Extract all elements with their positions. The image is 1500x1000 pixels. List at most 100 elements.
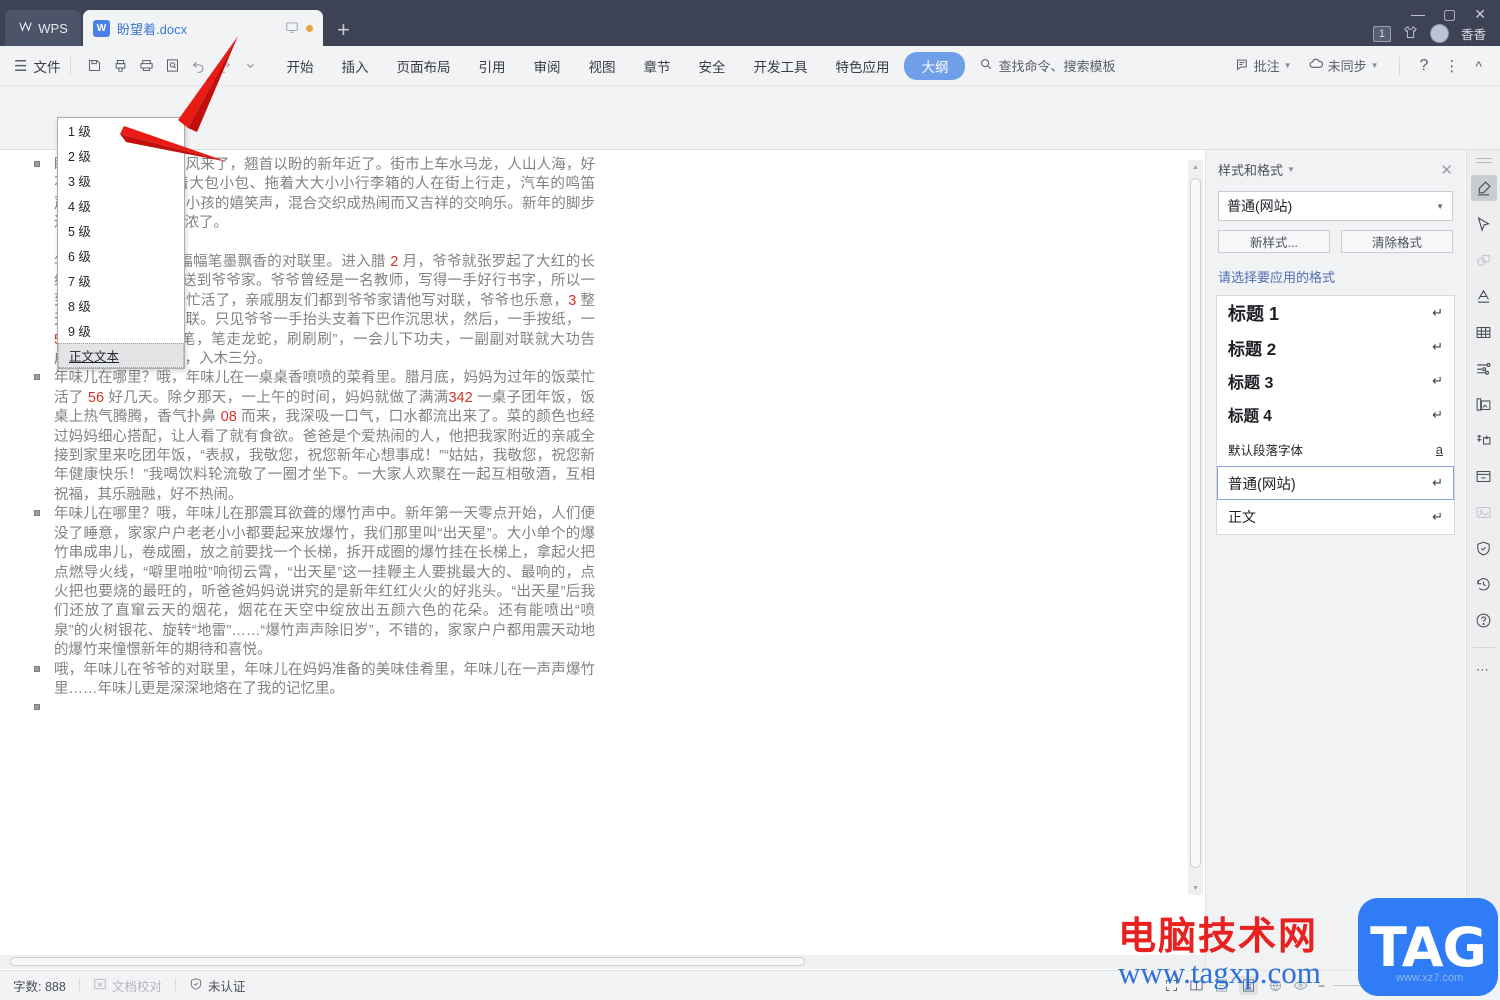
customize-icon[interactable] <box>237 53 263 79</box>
tab-start[interactable]: 开始 <box>273 52 326 80</box>
document-tab[interactable]: W 盼望着.docx <box>83 10 323 46</box>
outline-ribbon: 正文文本 ▼ 上移 下移 展开 <box>0 86 1500 231</box>
help-circle-icon[interactable] <box>1471 607 1497 633</box>
outline-bullet-icon <box>34 665 40 672</box>
tab-page-layout[interactable]: 页面布局 <box>383 52 463 80</box>
level-option-6[interactable]: 6 级 <box>58 243 184 268</box>
cast-icon[interactable] <box>285 20 299 37</box>
file-menu-button[interactable]: 文件 <box>33 56 60 76</box>
tab-view[interactable]: 视图 <box>575 52 628 80</box>
unverified-status[interactable]: 未认证 <box>176 976 259 995</box>
tab-section[interactable]: 章节 <box>630 52 683 80</box>
tab-security[interactable]: 安全 <box>685 52 738 80</box>
document-vertical-scrollbar[interactable]: ▲ ▼ <box>1188 160 1203 895</box>
style-item-normal-web[interactable]: 普通(网站) ↵ <box>1217 466 1454 500</box>
tab-references[interactable]: 引用 <box>465 52 518 80</box>
image-placeholder-icon[interactable] <box>1471 499 1497 525</box>
table-icon[interactable] <box>1471 319 1497 345</box>
paragraph[interactable] <box>0 699 1205 718</box>
style-item-heading1[interactable]: 标题 1 ↵ <box>1217 296 1454 330</box>
cursor-select-icon[interactable] <box>1471 211 1497 237</box>
style-item-body-text[interactable]: 正文 ↵ <box>1217 500 1454 534</box>
collapse-ribbon-icon[interactable]: ^ <box>1469 55 1488 77</box>
chevron-down-icon: ▼ <box>1436 201 1444 211</box>
window-controls: — ▢ ✕ <box>1411 6 1486 23</box>
level-option-body-text[interactable]: 正文文本 <box>58 343 184 368</box>
scroll-up-arrow-icon[interactable]: ▲ <box>1192 164 1199 171</box>
shield-check-icon[interactable] <box>1471 535 1497 561</box>
level-option-9[interactable]: 9 级 <box>58 318 184 343</box>
style-item-heading4[interactable]: 标题 4 ↵ <box>1217 398 1454 432</box>
command-search[interactable]: 查找命令、搜索模板 <box>979 56 1115 75</box>
paragraph[interactable]: 年味儿在哪里？哦，年味儿在一桌桌香喷喷的菜肴里。腊月底，妈妈为过年的饭菜忙活了 … <box>0 369 1205 505</box>
text-wrap-icon[interactable] <box>1471 427 1497 453</box>
style-item-heading3[interactable]: 标题 3 ↵ <box>1217 364 1454 398</box>
redo-icon[interactable] <box>211 53 237 79</box>
word-count[interactable]: 字数: 888 <box>0 976 79 995</box>
outline-level-dropdown[interactable]: 1 级 2 级 3 级 4 级 5 级 6 级 7 级 8 级 9 级 正文文本 <box>57 117 185 369</box>
print-preview-icon[interactable] <box>107 53 133 79</box>
undo-icon[interactable] <box>185 53 211 79</box>
highlighter-icon[interactable] <box>1470 175 1497 201</box>
scrollbar-thumb[interactable] <box>10 957 805 966</box>
right-tool-rail: ⋯ <box>1466 150 1500 970</box>
tab-review[interactable]: 审阅 <box>520 52 573 80</box>
level-option-2[interactable]: 2 级 <box>58 143 184 168</box>
avatar[interactable] <box>1429 24 1449 43</box>
hamburger-icon[interactable]: ☰ <box>14 57 27 75</box>
style-item-default-paragraph-font[interactable]: 默认段落字体 a <box>1217 432 1454 466</box>
tab-insert[interactable]: 插入 <box>328 52 381 80</box>
close-icon[interactable]: ✕ <box>1440 161 1453 179</box>
proofread-button[interactable]: 文档校对 <box>80 976 175 995</box>
current-style-select[interactable]: 普通(网站) ▼ <box>1218 191 1453 221</box>
tab-outline[interactable]: 大纲 <box>904 51 966 80</box>
scrollbar-thumb[interactable] <box>1190 178 1201 868</box>
outline-bullet-icon <box>34 374 40 381</box>
picture-frame-icon[interactable] <box>1471 391 1497 417</box>
level-option-3[interactable]: 3 级 <box>58 168 184 193</box>
close-window-button[interactable]: ✕ <box>1474 6 1486 23</box>
print-icon[interactable] <box>133 53 159 79</box>
paragraph-text: 年味儿在哪里？哦，年味儿在那震耳欲聋的爆竹声中。新年第一天零点开始，人们便没了睡… <box>54 506 595 659</box>
outline-bullet-icon <box>34 161 40 167</box>
style-label: 标题 2 <box>1228 339 1277 359</box>
sync-status-button[interactable]: 未同步 ▼ <box>1302 53 1385 78</box>
run: 好几天。除夕那天，一上午的时间，妈妈就做了满满 <box>104 389 449 406</box>
scroll-down-arrow-icon[interactable]: ▼ <box>1192 885 1199 892</box>
document-horizontal-scrollbar[interactable] <box>0 955 1205 969</box>
level-option-1[interactable]: 1 级 <box>58 118 184 143</box>
help-button[interactable]: ? <box>1414 54 1435 78</box>
rail-more-icon[interactable]: ⋯ <box>1476 662 1491 678</box>
tab-featured-apps[interactable]: 特色应用 <box>822 52 902 80</box>
level-option-7[interactable]: 7 级 <box>58 268 184 293</box>
tab-developer[interactable]: 开发工具 <box>740 52 820 80</box>
level-option-5[interactable]: 5 级 <box>58 218 184 243</box>
tab-count-badge[interactable]: 1 <box>1372 25 1391 42</box>
paragraph[interactable]: 年味儿在哪里？哦，年味儿在那震耳欲聋的爆竹声中。新年第一天零点开始，人们便没了睡… <box>0 505 1205 660</box>
title-bar: WPS W 盼望着.docx + — ▢ ✕ 1 香香 <box>0 0 1500 46</box>
settings-sliders-icon[interactable] <box>1471 355 1497 381</box>
more-options-icon[interactable]: ⋮ <box>1438 54 1465 78</box>
box-icon[interactable] <box>1471 463 1497 489</box>
run-number: 08 <box>220 409 237 426</box>
text-style-icon[interactable] <box>1471 283 1497 309</box>
paragraph[interactable]: 哦，年味儿在爷爷的对联里，年味儿在妈妈准备的美味佳肴里，年味儿在一声声爆竹里……… <box>0 661 1205 700</box>
history-icon[interactable] <box>1471 571 1497 597</box>
titlebar-user-area: 1 香香 <box>1372 24 1486 43</box>
clear-format-button[interactable]: 清除格式 <box>1341 230 1453 253</box>
minimize-button[interactable]: — <box>1411 6 1425 23</box>
rail-grip-icon[interactable] <box>1475 158 1492 165</box>
chevron-down-icon[interactable]: ▼ <box>1287 165 1295 174</box>
level-option-8[interactable]: 8 级 <box>58 293 184 318</box>
shapes-icon[interactable] <box>1471 247 1497 273</box>
search-doc-icon[interactable] <box>159 53 185 79</box>
new-style-button[interactable]: 新样式... <box>1218 230 1330 253</box>
tshirt-icon[interactable] <box>1403 25 1418 43</box>
style-item-heading2[interactable]: 标题 2 ↵ <box>1217 330 1454 364</box>
new-tab-button[interactable]: + <box>337 17 350 43</box>
save-icon[interactable] <box>81 53 107 79</box>
maximize-button[interactable]: ▢ <box>1443 6 1456 23</box>
level-option-4[interactable]: 4 级 <box>58 193 184 218</box>
wps-home-button[interactable]: WPS <box>5 10 81 46</box>
comments-button[interactable]: 批注 ▼ <box>1229 53 1298 78</box>
